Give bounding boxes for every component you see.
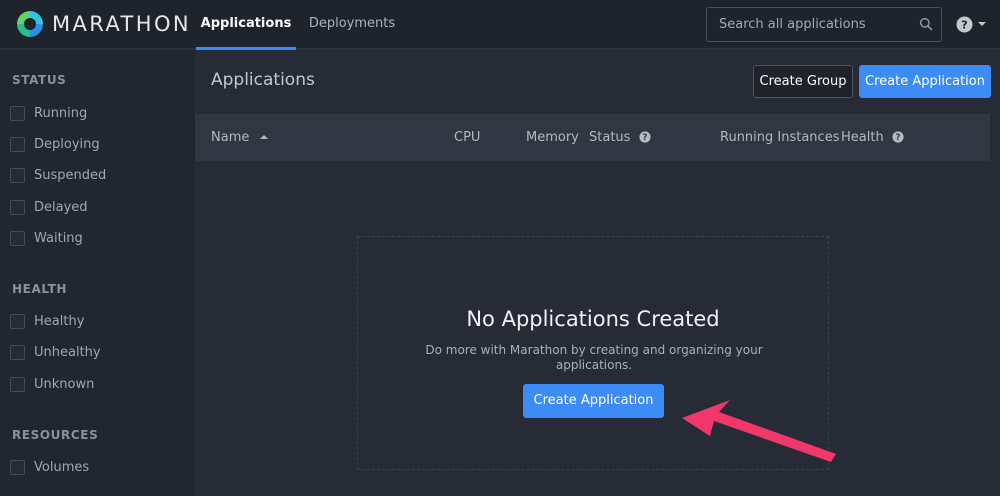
filter-label: Deploying bbox=[34, 136, 100, 152]
empty-state-title: No Applications Created bbox=[466, 307, 720, 331]
page-title: Applications bbox=[211, 70, 315, 90]
filter-label: Volumes bbox=[34, 459, 90, 475]
search-box bbox=[706, 7, 942, 42]
checkbox[interactable] bbox=[10, 313, 25, 329]
sort-ascending-icon bbox=[259, 135, 268, 139]
filter-label: Waiting bbox=[34, 230, 83, 246]
help-icon[interactable]: ? bbox=[638, 131, 651, 143]
column-health[interactable]: Health ? bbox=[841, 114, 904, 161]
filter-label: Suspended bbox=[34, 167, 107, 183]
filter-waiting[interactable]: Waiting bbox=[10, 228, 83, 248]
column-memory[interactable]: Memory bbox=[526, 114, 579, 161]
filter-volumes[interactable]: Volumes bbox=[10, 457, 89, 477]
question-circle-icon: ? bbox=[956, 16, 973, 32]
checkbox[interactable] bbox=[10, 376, 25, 392]
top-nav-bar: MARATHON Applications Deployments ? bbox=[0, 0, 1000, 50]
checkbox[interactable] bbox=[10, 459, 25, 475]
empty-state-create-application-button[interactable]: Create Application bbox=[523, 384, 664, 418]
tab-deployments[interactable]: Deployments bbox=[302, 0, 402, 49]
brand-name: MARATHON bbox=[52, 12, 192, 36]
column-status[interactable]: Status ? bbox=[589, 114, 651, 161]
filter-label: Delayed bbox=[34, 199, 88, 215]
search-icon[interactable] bbox=[919, 17, 933, 31]
filter-running[interactable]: Running bbox=[10, 103, 87, 123]
create-group-button[interactable]: Create Group bbox=[753, 65, 853, 98]
filter-deploying[interactable]: Deploying bbox=[10, 134, 100, 154]
filter-delayed[interactable]: Delayed bbox=[10, 197, 88, 217]
create-application-button[interactable]: Create Application bbox=[859, 65, 991, 98]
sidebar-heading-resources: RESOURCES bbox=[12, 428, 99, 442]
checkbox[interactable] bbox=[10, 136, 25, 152]
column-label: Status bbox=[589, 130, 631, 145]
checkbox[interactable] bbox=[10, 199, 25, 215]
svg-text:?: ? bbox=[642, 133, 647, 143]
chevron-down-icon bbox=[978, 22, 986, 26]
checkbox[interactable] bbox=[10, 230, 25, 246]
checkbox[interactable] bbox=[10, 167, 25, 183]
annotation-arrow-icon bbox=[682, 400, 836, 462]
table-header: Name CPU Memory Status ? Running Instanc… bbox=[195, 114, 990, 161]
help-icon[interactable]: ? bbox=[892, 131, 904, 143]
sidebar-heading-status: STATUS bbox=[12, 73, 67, 87]
column-running-instances[interactable]: Running Instances bbox=[720, 114, 839, 161]
filter-label: Unhealthy bbox=[34, 344, 101, 360]
filter-unhealthy[interactable]: Unhealthy bbox=[10, 342, 101, 362]
svg-text:?: ? bbox=[895, 133, 900, 143]
marathon-logo-icon bbox=[17, 11, 43, 37]
help-menu[interactable]: ? bbox=[956, 14, 988, 34]
filter-label: Unknown bbox=[34, 376, 95, 392]
filter-suspended[interactable]: Suspended bbox=[10, 165, 106, 185]
column-label: Name bbox=[211, 130, 250, 145]
filter-label: Healthy bbox=[34, 313, 85, 329]
tab-applications[interactable]: Applications bbox=[196, 0, 296, 50]
sidebar: STATUS Running Deploying Suspended Delay… bbox=[0, 50, 195, 496]
column-name[interactable]: Name bbox=[211, 114, 269, 161]
empty-state-description: Do more with Marathon by creating and or… bbox=[425, 343, 763, 372]
sidebar-heading-health: HEALTH bbox=[12, 282, 68, 296]
filter-healthy[interactable]: Healthy bbox=[10, 311, 84, 331]
filter-unknown[interactable]: Unknown bbox=[10, 374, 94, 394]
column-label: Health bbox=[841, 130, 884, 145]
marathon-logo[interactable]: MARATHON bbox=[16, 10, 191, 38]
column-cpu[interactable]: CPU bbox=[454, 114, 480, 161]
filter-label: Running bbox=[34, 105, 88, 121]
svg-text:?: ? bbox=[961, 18, 967, 31]
checkbox[interactable] bbox=[10, 105, 25, 121]
search-input[interactable] bbox=[707, 8, 917, 41]
checkbox[interactable] bbox=[10, 344, 25, 360]
